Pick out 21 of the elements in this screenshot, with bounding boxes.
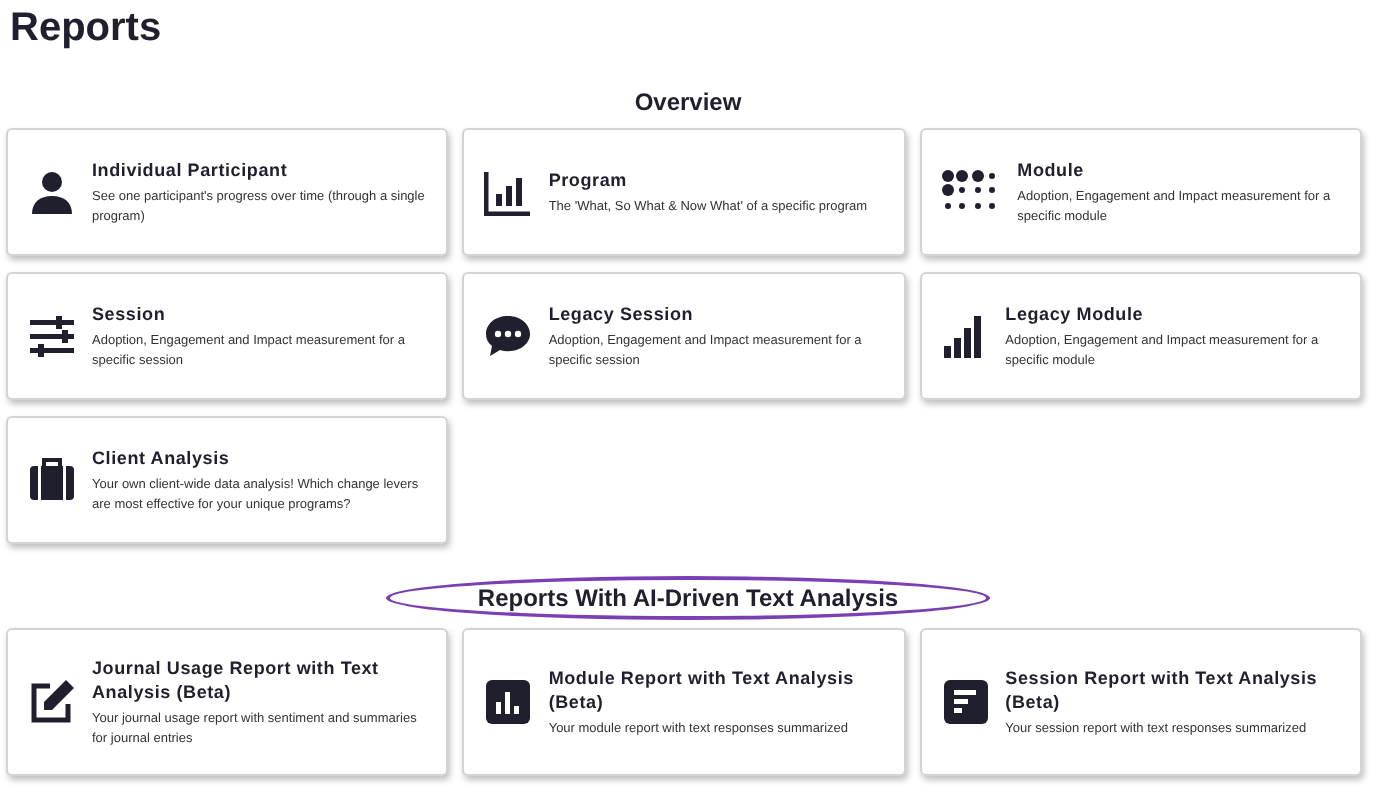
card-title: Journal Usage Report with Text Analysis (Beta): [92, 655, 381, 703]
card-title: Session Report with Text Analysis (Beta): [1005, 665, 1320, 713]
card-title: Client Analysis: [92, 445, 232, 469]
chat-bubble-icon: [484, 312, 533, 360]
sliders-icon: [28, 312, 76, 360]
card-title: Program: [548, 167, 629, 191]
circled-section-heading: Reports With AI-Driven Text Analysis: [385, 576, 991, 620]
card-title: Legacy Module: [1005, 301, 1146, 325]
page-title: Reports: [8, 4, 164, 52]
card-title: Module Report with Text Analysis (Beta): [548, 665, 856, 713]
card-title: Module: [1017, 157, 1086, 181]
bar-chart-icon: [484, 168, 533, 216]
text-lines-square-icon: [941, 678, 990, 726]
section-heading: Overview: [634, 86, 742, 120]
card-title: Session: [92, 301, 168, 325]
chart-square-icon: [484, 678, 533, 726]
briefcase-icon: [28, 456, 76, 504]
card-title: Legacy Session: [548, 301, 696, 325]
edit-icon: [28, 678, 76, 726]
person-icon: [28, 168, 76, 216]
card-title: Individual Participant: [92, 157, 290, 181]
